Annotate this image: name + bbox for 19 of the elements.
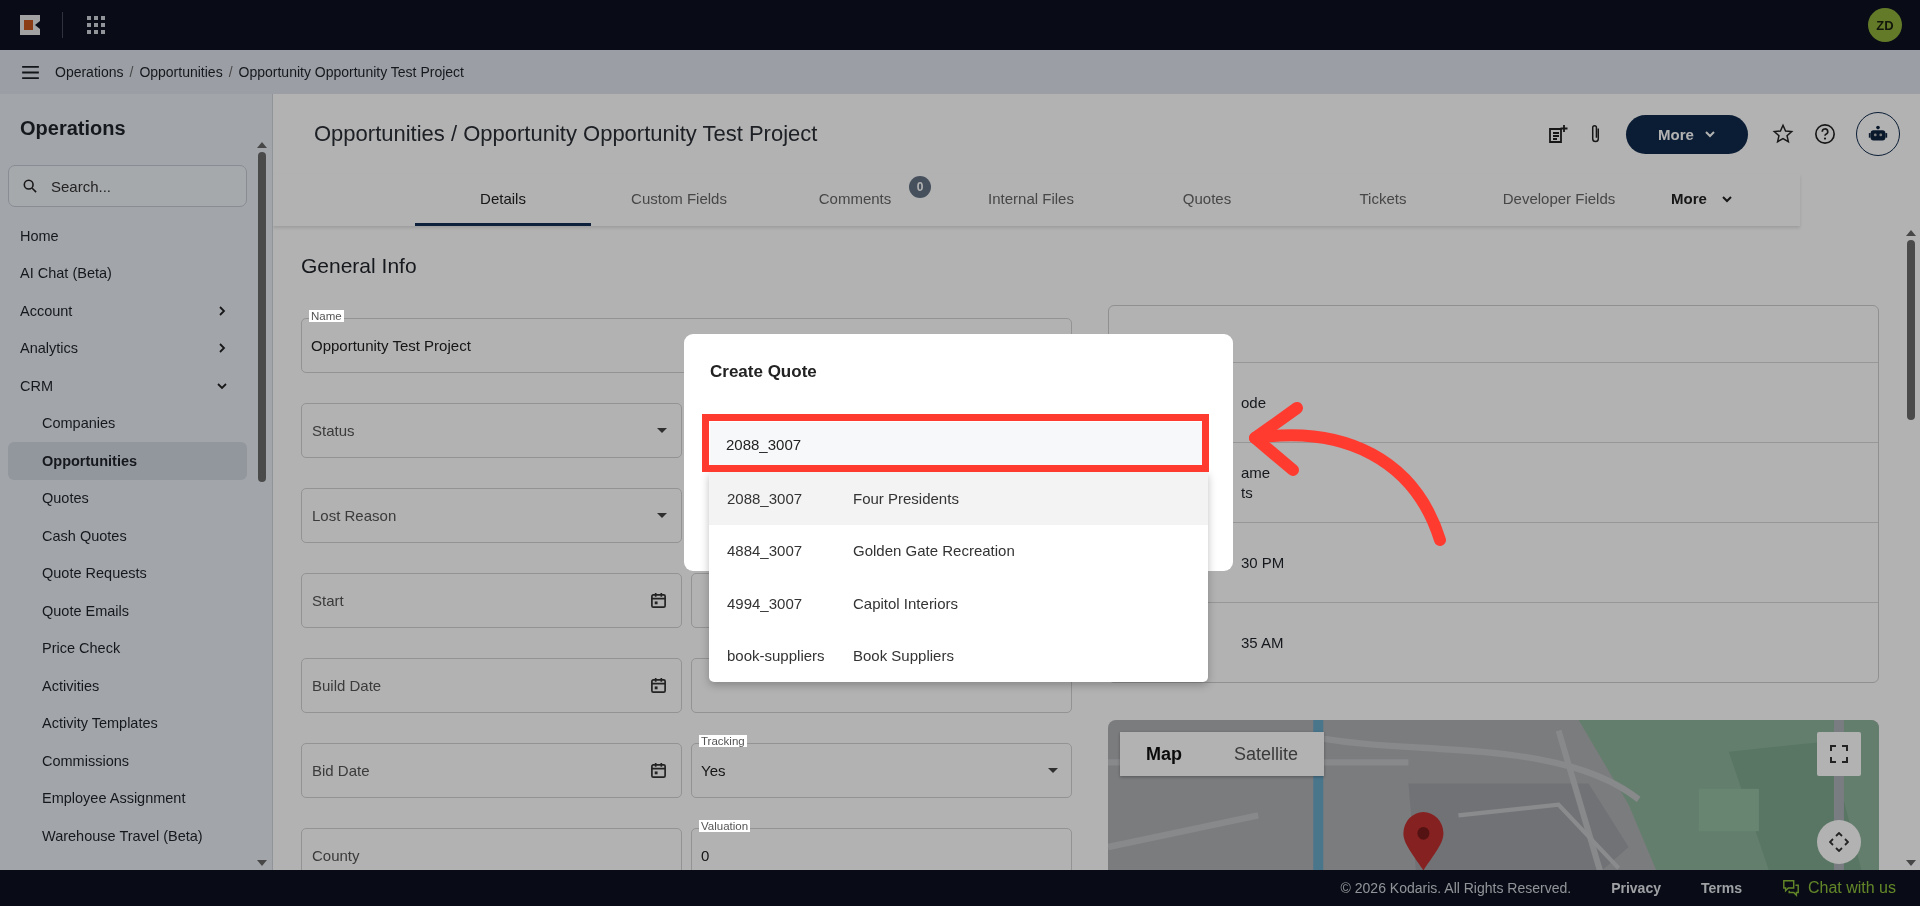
field-value: Yes bbox=[701, 762, 726, 779]
detail-text: ts bbox=[1241, 482, 1254, 503]
section-heading: General Info bbox=[301, 254, 418, 279]
detail-text: 30 PM bbox=[1241, 552, 1286, 573]
count-badge: 0 bbox=[909, 176, 931, 198]
field-value: 0 bbox=[701, 847, 710, 864]
dialog-title: Create Quote bbox=[710, 362, 818, 382]
copyright-text: © 2026 Kodaris. All Rights Reserved. bbox=[1340, 880, 1572, 896]
sidebar-title: Operations bbox=[20, 117, 126, 141]
breadcrumb-separator: / bbox=[129, 64, 134, 80]
detail-text: ame bbox=[1241, 462, 1272, 483]
field-label: Tracking bbox=[699, 735, 747, 747]
breadcrumb-separator: / bbox=[228, 64, 233, 80]
field-label: Name bbox=[309, 310, 344, 322]
page-title: Opportunities / Opportunity Opportunity Test Project bbox=[314, 121, 818, 147]
field-label: Valuation bbox=[699, 820, 751, 832]
detail-text: 35 AM bbox=[1241, 632, 1285, 653]
detail-text: ode bbox=[1241, 392, 1268, 413]
field-value: Opportunity Test Project bbox=[311, 337, 471, 354]
